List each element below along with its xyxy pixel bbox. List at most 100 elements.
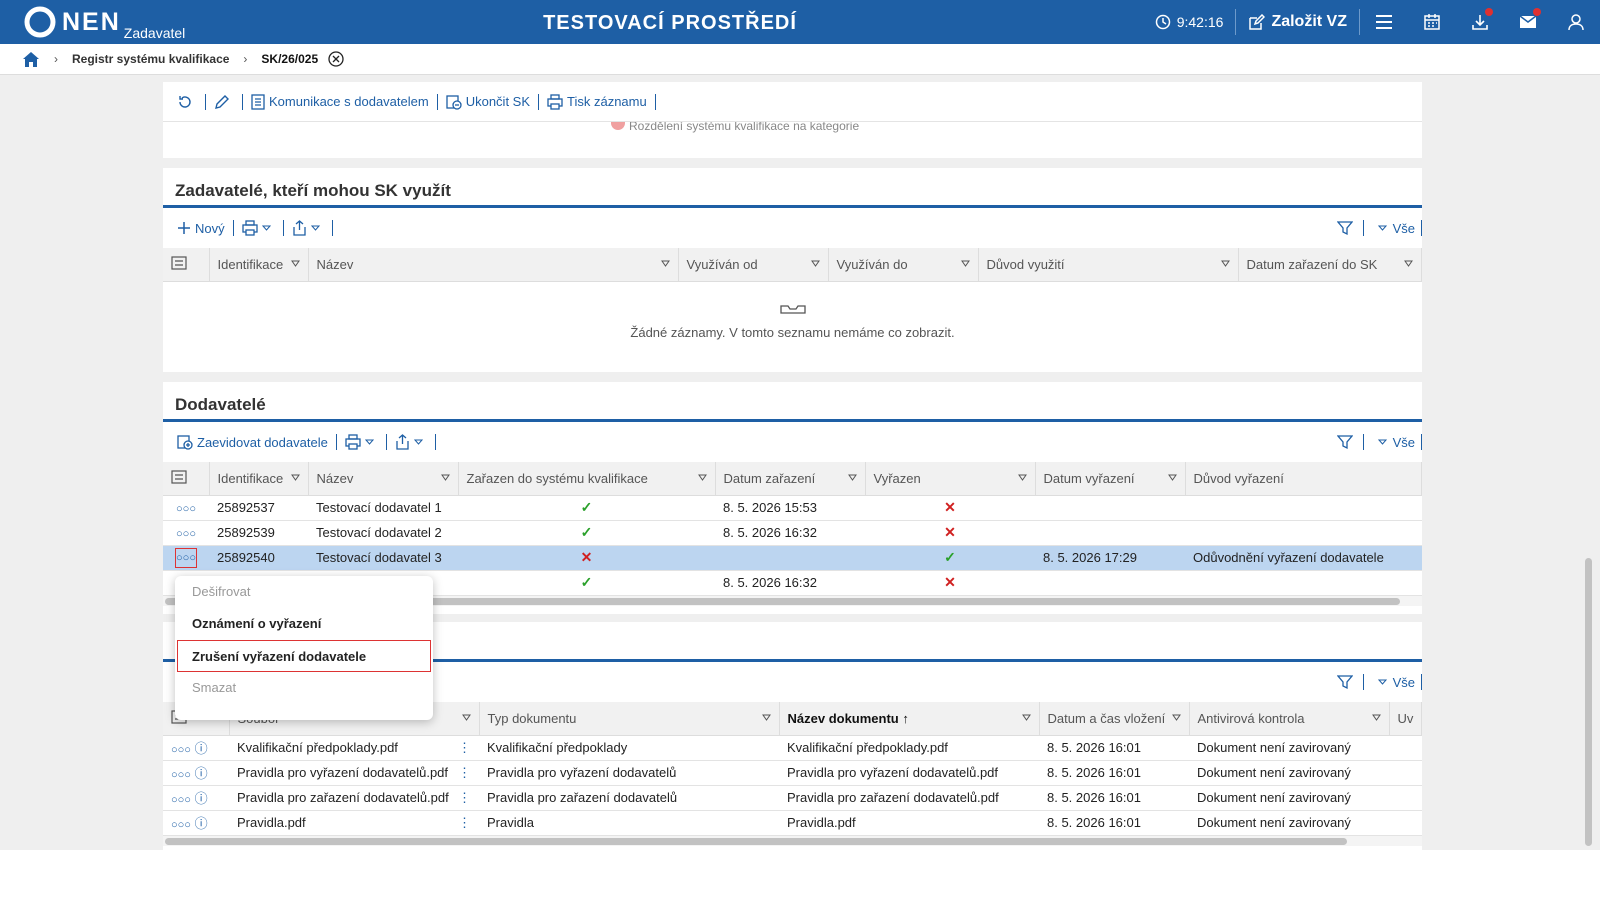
menu-item-cancel-exclusion[interactable]: Zrušení vyřazení dodavatele [177,640,431,672]
messages-button[interactable] [1504,0,1552,44]
column-settings-icon [171,470,187,484]
end-sk-button[interactable]: Ukončit SK [440,94,536,110]
menu-item-decrypt[interactable]: Dešifrovat [175,576,433,608]
table-row[interactable]: ○○○ ⓘ Pravidla pro vyřazení dodavatelů.p… [163,760,1422,786]
breadcrumb-registry[interactable]: Registr systému kvalifikace [72,52,229,66]
column-settings-header[interactable] [163,248,210,282]
info-icon[interactable]: ⓘ [195,816,208,831]
column-header[interactable]: Vyřazen [865,462,1036,496]
column-header[interactable]: Datum vyřazení [1035,462,1186,496]
view-all-dropdown[interactable]: Vše [1377,675,1415,690]
cell-excluded: ✕ [865,520,1035,546]
column-header[interactable]: Zařazen do systému kvalifikace [458,462,716,496]
column-header[interactable]: Datum zařazení do SK [1238,248,1422,282]
downloads-button[interactable] [1456,0,1504,44]
column-header[interactable]: Antivirová kontrola [1189,702,1390,736]
row-actions-button[interactable]: ○○○ [163,495,209,521]
toolbar-divider [654,93,656,110]
export-dropdown[interactable] [286,220,330,236]
cell-file[interactable]: Pravidla pro zařazení dodavatelů.pdf ⋮ [229,785,479,811]
filter-icon[interactable] [1336,434,1353,450]
caret-down-icon [413,439,423,445]
table-row[interactable]: ○○○ ⓘ Pravidla pro zařazení dodavatelů.p… [163,785,1422,811]
more-dots-icon[interactable]: ○○○ [171,794,191,806]
cell-included: ✓ [458,570,715,596]
export-dropdown[interactable] [389,434,433,450]
more-dots-icon[interactable]: ○○○ [171,744,191,756]
scrollbar-thumb[interactable] [1585,558,1592,846]
table-row-selected[interactable]: ○○○ 25892540 Testovací dodavatel 3 ✕ ✓ 8… [163,545,1422,571]
toolbar-divider [331,220,333,236]
view-all-dropdown[interactable]: Vše [1377,221,1415,236]
cell-reason [1185,570,1422,596]
column-header[interactable]: Název [308,462,459,496]
kebab-menu-icon[interactable]: ⋮ [458,740,471,756]
user-button[interactable] [1552,0,1600,44]
column-header[interactable]: Důvod využití [978,248,1239,282]
info-icon[interactable]: ⓘ [195,741,208,756]
menu-item-exclusion-notice[interactable]: Oznámení o vyřazení [175,608,433,640]
menu-button[interactable] [1360,0,1408,44]
new-label: Nový [195,220,225,236]
close-circle-icon[interactable] [328,51,344,67]
cell-file[interactable]: Kvalifikační předpoklady.pdf ⋮ [229,735,479,761]
column-header[interactable]: Identifikace [209,248,309,282]
cell-file[interactable]: Pravidla.pdf ⋮ [229,810,479,836]
cell-date-in: 8. 5. 2026 16:32 [715,570,865,596]
kebab-menu-icon[interactable]: ⋮ [458,815,471,831]
register-supplier-button[interactable]: Zaevidovat dodavatele [171,434,334,450]
print-dropdown[interactable] [339,434,384,450]
page-vertical-scrollbar[interactable] [1583,78,1593,848]
column-header[interactable]: Identifikace [209,462,309,496]
more-dots-icon[interactable]: ○○○ [171,819,191,831]
table-row[interactable]: ○○○ ⓘ Kvalifikační předpoklady.pdf ⋮ Kval… [163,735,1422,761]
home-icon[interactable] [22,51,40,68]
row-actions-button[interactable]: ○○○ [163,545,209,571]
cell-doc-name: Pravidla.pdf [779,810,1039,836]
column-header[interactable]: Důvod vyřazení [1185,462,1422,496]
view-all-dropdown[interactable]: Vše [1377,435,1415,450]
calendar-button[interactable] [1408,0,1456,44]
communication-button[interactable]: Komunikace s dodavatelem [245,93,435,110]
column-header[interactable]: Název [308,248,679,282]
column-header-sorted[interactable]: Název dokumentu ↑ [779,702,1040,736]
column-header[interactable]: Typ dokumentu [479,702,780,736]
row-actions[interactable]: ○○○ ⓘ [163,810,229,836]
cell-file[interactable]: Pravidla pro vyřazení dodavatelů.pdf ⋮ [229,760,479,786]
column-header[interactable]: Datum zařazení [715,462,866,496]
column-header[interactable]: Datum a čas vložení [1039,702,1190,736]
row-actions[interactable]: ○○○ ⓘ [163,785,229,811]
menu-item-delete[interactable]: Smazat [175,672,433,704]
kebab-menu-icon[interactable]: ⋮ [458,765,471,781]
kebab-menu-icon[interactable]: ⋮ [458,790,471,806]
table-row[interactable]: ○○○ 25892537 Testovací dodavatel 1 ✓ 8. … [163,495,1422,521]
column-header[interactable]: Uv [1389,702,1422,736]
row-actions[interactable]: ○○○ ⓘ [163,760,229,786]
contracting-authorities-section: Zadavatelé, kteří mohou SK využít Nový V… [163,168,1422,372]
filter-icon[interactable] [1336,674,1353,690]
info-icon[interactable]: ⓘ [195,766,208,781]
row-actions[interactable]: ○○○ ⓘ [163,735,229,761]
row-actions-button[interactable]: ○○○ [163,520,209,546]
new-button[interactable]: Nový [171,221,231,236]
table-row[interactable]: ○○○ ⓘ Pravidla.pdf ⋮ Pravidla Pravidla.pd… [163,810,1422,836]
more-dots-icon[interactable]: ○○○ [171,769,191,781]
table-row[interactable]: ○○○ 25892539 Testovací dodavatel 2 ✓ 8. … [163,520,1422,546]
refresh-button[interactable] [171,94,203,110]
horizontal-scrollbar[interactable] [163,835,1422,846]
edit-button[interactable] [208,94,240,110]
info-icon[interactable]: ⓘ [195,791,208,806]
scrollbar-thumb[interactable] [165,837,1347,845]
caret-down-icon [1171,714,1181,721]
column-header[interactable]: Využíván od [678,248,829,282]
column-header[interactable]: Využíván do [828,248,979,282]
column-settings-header[interactable] [163,462,210,496]
section-title: Zadavatelé, kteří mohou SK využít [163,168,1422,208]
cell-antivirus: Dokument není zavirovaný [1189,760,1389,786]
cross-icon: ✕ [580,549,593,565]
filter-icon[interactable] [1336,220,1353,236]
more-dots-icon: ○○○ [176,503,196,515]
print-dropdown[interactable] [236,220,281,236]
create-vz-button[interactable]: Založit VZ [1236,9,1360,35]
print-record-button[interactable]: Tisk záznamu [541,93,653,110]
